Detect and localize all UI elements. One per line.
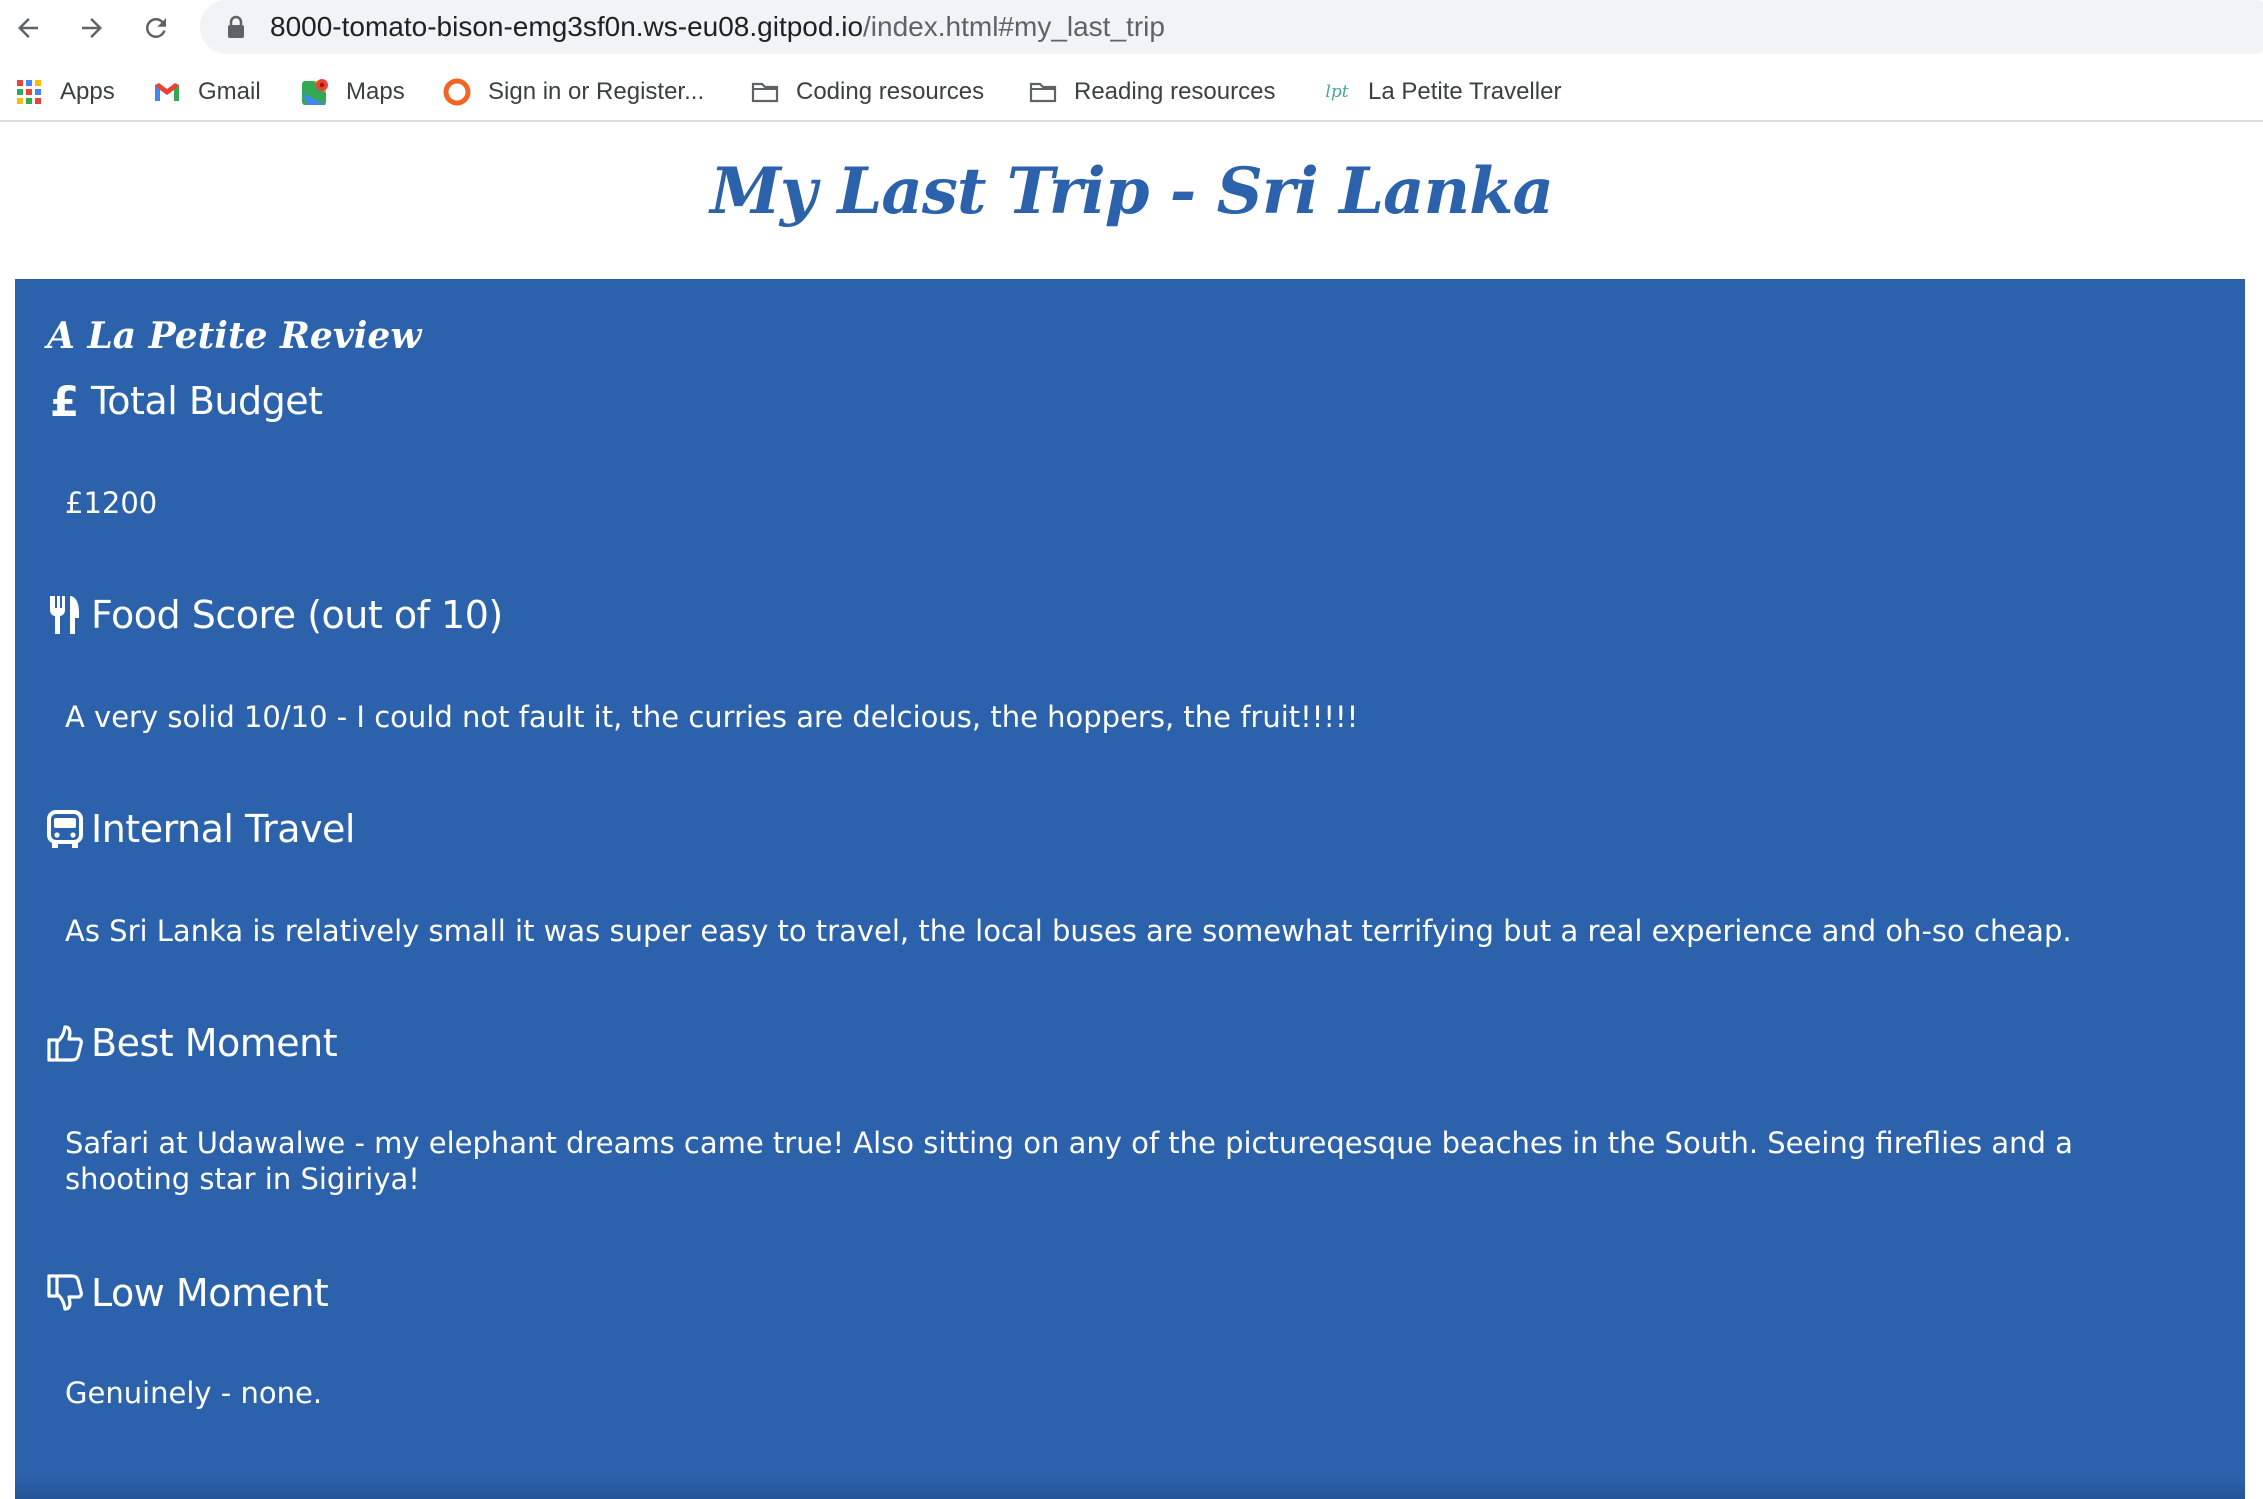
bookmark-label: Apps <box>60 78 115 105</box>
reload-button[interactable] <box>136 8 176 48</box>
section-heading-food-score: Food Score (out of 10) <box>45 591 503 639</box>
lpt-icon: lpt <box>1325 82 1349 102</box>
back-button[interactable] <box>8 8 48 48</box>
reload-icon <box>145 17 166 38</box>
thumbs-down-icon <box>45 1269 85 1317</box>
panel-bottom-shadow <box>15 1477 2245 1499</box>
lock-icon <box>228 15 244 38</box>
section-text-low-moment: Genuinely - none. <box>65 1376 323 1410</box>
bookmark-apps[interactable]: Apps <box>14 74 115 110</box>
section-heading-text: Internal Travel <box>91 807 356 851</box>
bookmark-la-petite-traveller[interactable]: lpt La Petite Traveller <box>1322 74 1561 110</box>
browser-toolbar: 8000-tomato-bison-emg3sf0n.ws-eu08.gitpo… <box>0 0 2263 56</box>
section-heading-best-moment: Best Moment <box>45 1019 338 1067</box>
review-panel: A La Petite Review £ Total Budget £1200 … <box>15 279 2245 1499</box>
url-text: 8000-tomato-bison-emg3sf0n.ws-eu08.gitpo… <box>270 10 1165 44</box>
url-host: 8000-tomato-bison-emg3sf0n.ws-eu08.gitpo… <box>270 11 864 42</box>
thumbs-up-icon <box>45 1019 85 1067</box>
section-text-internal-travel: As Sri Lanka is relatively small it was … <box>65 914 2072 948</box>
bus-icon <box>45 805 85 853</box>
pound-icon: £ <box>45 377 85 425</box>
bookmark-label: Reading resources <box>1074 78 1276 105</box>
forward-arrow-icon <box>82 18 102 38</box>
bookmark-coding-resources[interactable]: Coding resources <box>750 74 984 110</box>
section-heading-total-budget: £ Total Budget <box>45 377 323 425</box>
bookmark-label: Maps <box>346 78 405 105</box>
section-text-food-score: A very solid 10/10 - I could not fault i… <box>65 700 1359 734</box>
back-arrow-icon <box>18 18 38 38</box>
forward-button[interactable] <box>72 8 112 48</box>
bookmark-gmail[interactable]: Gmail <box>152 74 261 110</box>
section-heading-text: Food Score (out of 10) <box>91 593 503 637</box>
bookmark-label: La Petite Traveller <box>1368 78 1562 105</box>
section-heading-text: Total Budget <box>91 379 323 423</box>
gmail-icon <box>152 77 182 107</box>
review-heading: A La Petite Review <box>47 315 422 357</box>
section-heading-internal-travel: Internal Travel <box>45 805 356 853</box>
url-path: /index.html#my_last_trip <box>863 11 1165 42</box>
svg-text:£: £ <box>50 378 79 424</box>
bookmarks-bar: Apps Gmail Maps Sign in or Register... C… <box>0 62 2263 122</box>
page-content: My Last Trip - Sri Lanka A La Petite Rev… <box>0 124 2263 1499</box>
bookmark-label: Sign in or Register... <box>488 78 705 105</box>
page-title: My Last Trip - Sri Lanka <box>710 154 1554 229</box>
section-heading-text: Low Moment <box>91 1271 329 1315</box>
address-bar[interactable]: 8000-tomato-bison-emg3sf0n.ws-eu08.gitpo… <box>200 0 2263 54</box>
section-text-total-budget: £1200 <box>65 486 158 520</box>
folder-icon <box>1028 77 1058 107</box>
section-heading-text: Best Moment <box>91 1021 338 1065</box>
folder-icon <box>750 77 780 107</box>
ring-icon <box>442 77 472 107</box>
section-text-best-moment: Safari at Udawalwe - my elephant dreams … <box>65 1126 2073 1196</box>
cutlery-icon <box>45 591 85 639</box>
bookmark-maps[interactable]: Maps <box>300 74 405 110</box>
section-heading-low-moment: Low Moment <box>45 1269 329 1317</box>
bookmark-label: Gmail <box>198 78 261 105</box>
bookmark-label: Coding resources <box>796 78 985 105</box>
bookmark-sign-in[interactable]: Sign in or Register... <box>442 74 704 110</box>
apps-grid-icon <box>14 77 44 107</box>
bookmark-reading-resources[interactable]: Reading resources <box>1028 74 1275 110</box>
maps-icon <box>300 77 330 107</box>
